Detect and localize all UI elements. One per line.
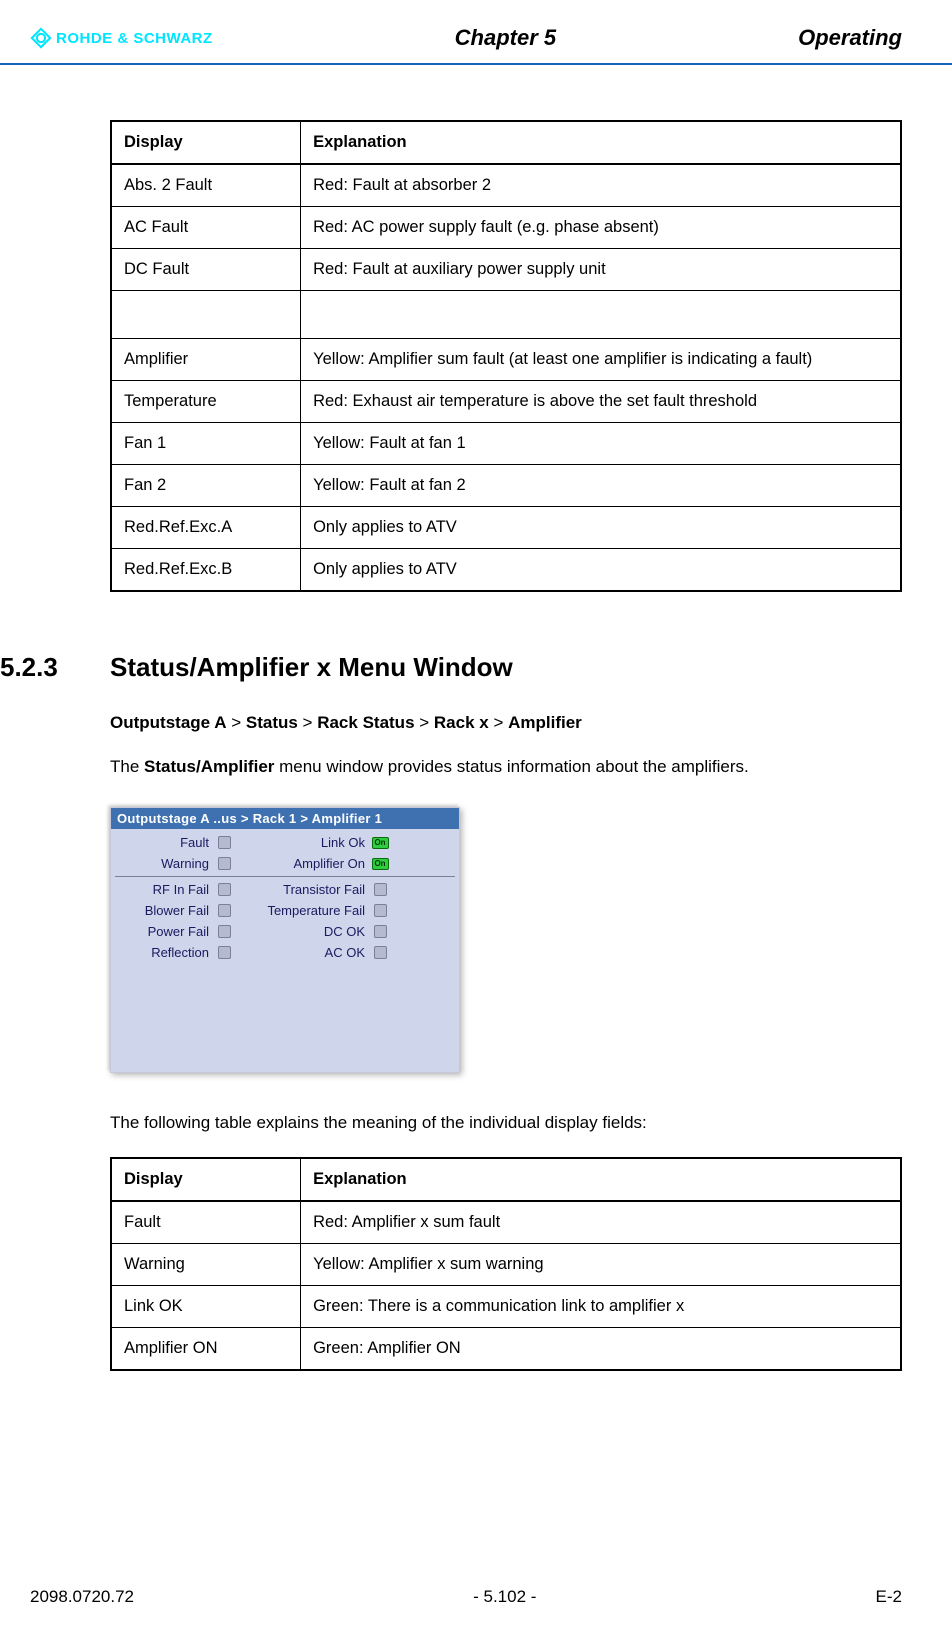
indicator-ac-ok [371, 945, 389, 960]
table-row: Link OKGreen: There is a communication l… [111, 1286, 901, 1328]
indicator-link-ok: On [371, 835, 389, 850]
footer-center: - 5.102 - [473, 1587, 536, 1607]
header-section: Operating [798, 25, 902, 51]
menu-row: Blower Fail Temperature Fail [115, 900, 455, 921]
menu-label: Temperature Fail [251, 903, 371, 918]
menu-label: Warning [115, 856, 215, 871]
section-title: Status/Amplifier x Menu Window [110, 652, 513, 683]
menu-label: DC OK [251, 924, 371, 939]
menu-row: Warning Amplifier On On [115, 853, 455, 874]
table-row: Amplifier ONGreen: Amplifier ON [111, 1328, 901, 1371]
menu-separator [115, 876, 455, 877]
th-explanation: Explanation [301, 1158, 901, 1201]
amplifier-menu-window: Outputstage A ..us > Rack 1 > Amplifier … [110, 807, 460, 1073]
indicator-fault [215, 835, 233, 850]
menu-label: Transistor Fail [251, 882, 371, 897]
footer-left: 2098.0720.72 [30, 1587, 134, 1607]
menu-label: Blower Fail [115, 903, 215, 918]
menu-titlebar: Outputstage A ..us > Rack 1 > Amplifier … [111, 808, 459, 829]
menu-body: Fault Link Ok On Warning Amplifier On On… [111, 829, 459, 1072]
footer-right: E-2 [876, 1587, 902, 1607]
rs-logo: ROHDE & SCHWARZ [30, 27, 213, 49]
menu-label: Link Ok [251, 835, 371, 850]
display-explanation-table-1: Display Explanation Abs. 2 FaultRed: Fau… [110, 120, 902, 592]
menu-label: AC OK [251, 945, 371, 960]
th-display: Display [111, 121, 301, 164]
header-chapter: Chapter 5 [455, 25, 556, 51]
indicator-reflection [215, 945, 233, 960]
menu-label: Reflection [115, 945, 215, 960]
table-row: TemperatureRed: Exhaust air temperature … [111, 381, 901, 423]
th-explanation: Explanation [301, 121, 901, 164]
menu-row: RF In Fail Transistor Fail [115, 879, 455, 900]
intro-text: The Status/Amplifier menu window provide… [110, 757, 902, 777]
indicator-dc-ok [371, 924, 389, 939]
table-row: Fan 1Yellow: Fault at fan 1 [111, 423, 901, 465]
section-heading-row: 5.2.3 Status/Amplifier x Menu Window [110, 652, 902, 683]
menu-row: Reflection AC OK [115, 942, 455, 963]
menu-label: Power Fail [115, 924, 215, 939]
menu-label: Amplifier On [251, 856, 371, 871]
table-row: AmplifierYellow: Amplifier sum fault (at… [111, 339, 901, 381]
table-row: Red.Ref.Exc.AOnly applies to ATV [111, 507, 901, 549]
table-header-row: Display Explanation [111, 121, 901, 164]
menu-label: RF In Fail [115, 882, 215, 897]
menu-row: Fault Link Ok On [115, 832, 455, 853]
indicator-transistor-fail [371, 882, 389, 897]
page-content: Display Explanation Abs. 2 FaultRed: Fau… [0, 65, 952, 1371]
table-row: WarningYellow: Amplifier x sum warning [111, 1244, 901, 1286]
table-row: FaultRed: Amplifier x sum fault [111, 1201, 901, 1244]
table-row: Abs. 2 FaultRed: Fault at absorber 2 [111, 164, 901, 207]
breadcrumb: Outputstage A > Status > Rack Status > R… [110, 713, 902, 733]
indicator-power-fail [215, 924, 233, 939]
page-footer: 2098.0720.72 - 5.102 - E-2 [30, 1587, 902, 1607]
menu-label: Fault [115, 835, 215, 850]
table-row: DC FaultRed: Fault at auxiliary power su… [111, 249, 901, 291]
menu-row: Power Fail DC OK [115, 921, 455, 942]
table-row: AC FaultRed: AC power supply fault (e.g.… [111, 207, 901, 249]
table-row: Fan 2Yellow: Fault at fan 2 [111, 465, 901, 507]
page-header: ROHDE & SCHWARZ Chapter 5 Operating [0, 0, 952, 65]
indicator-warning [215, 856, 233, 871]
table-header-row: Display Explanation [111, 1158, 901, 1201]
display-explanation-table-2: Display Explanation FaultRed: Amplifier … [110, 1157, 902, 1371]
rs-logo-icon [30, 27, 52, 49]
table-row [111, 291, 901, 339]
indicator-temperature-fail [371, 903, 389, 918]
table2-caption: The following table explains the meaning… [110, 1113, 902, 1133]
indicator-amplifier-on: On [371, 856, 389, 871]
table-row: Red.Ref.Exc.BOnly applies to ATV [111, 549, 901, 592]
section-number: 5.2.3 [0, 652, 80, 683]
indicator-blower-fail [215, 903, 233, 918]
indicator-rf-in-fail [215, 882, 233, 897]
logo-text: ROHDE & SCHWARZ [56, 30, 213, 47]
th-display: Display [111, 1158, 301, 1201]
